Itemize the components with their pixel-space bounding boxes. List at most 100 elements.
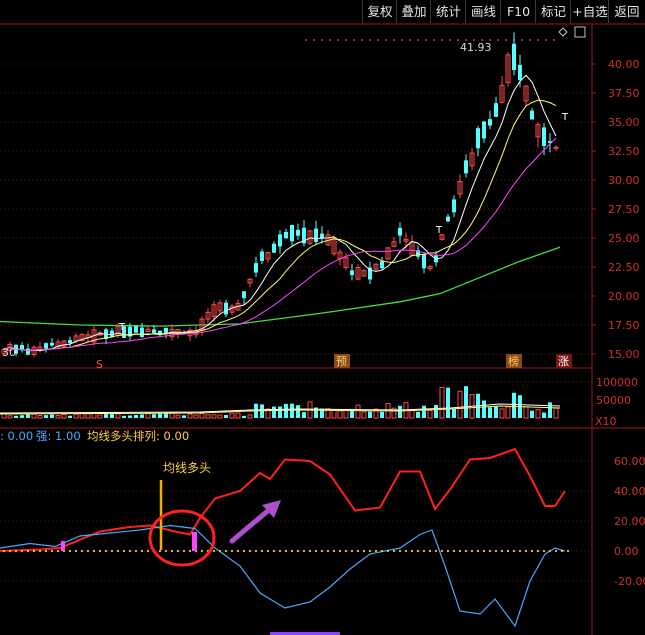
zero-dot: [368, 549, 372, 553]
candle-body: [26, 348, 30, 355]
zero-dot: [284, 549, 288, 553]
indicator-tick-label: 60.00: [614, 455, 645, 468]
zero-dot: [170, 549, 174, 553]
volume-bar: [464, 386, 468, 418]
high-price-label: 41.93: [460, 41, 492, 54]
volume-bar: [439, 386, 445, 419]
volume-bar: [434, 404, 438, 418]
signal-dot: [433, 39, 435, 41]
zero-dot: [230, 549, 234, 553]
zero-dot: [290, 549, 294, 553]
zero-dot: [470, 549, 474, 553]
volume-bar: [530, 410, 534, 418]
candle-body: [446, 216, 450, 222]
panel-toggle-icon[interactable]: [574, 26, 586, 38]
zero-dot: [476, 549, 480, 553]
volume-bar: [31, 413, 37, 419]
candlesticks: [1, 32, 559, 358]
zero-dot: [440, 549, 444, 553]
volume-bar: [505, 406, 511, 419]
zero-dot: [518, 549, 522, 553]
zero-dot: [140, 549, 144, 553]
zero-dot: [446, 549, 450, 553]
zero-dot: [80, 549, 84, 553]
volume-bar: [122, 415, 126, 418]
zero-dot: [536, 549, 540, 553]
candle-body: [44, 343, 48, 349]
zero-dot: [524, 549, 528, 553]
diamond-icon[interactable]: [558, 27, 568, 37]
volume-bar: [224, 414, 228, 418]
zero-dot: [506, 549, 510, 553]
low-price-label: 30: [2, 346, 16, 359]
price-tick-label: 20.00: [608, 290, 640, 303]
zero-dot: [308, 549, 312, 553]
volume-bar: [337, 410, 343, 419]
candle-body: [278, 234, 282, 247]
indicator-tick-label: 20.00: [614, 515, 645, 528]
volume-bar: [211, 414, 217, 419]
signal-dot: [353, 39, 355, 41]
zero-dot: [260, 549, 264, 553]
candle-body: [68, 340, 72, 344]
candle-body: [50, 342, 54, 346]
zero-dot: [356, 549, 360, 553]
volume-bar: [199, 413, 205, 419]
zero-dot: [494, 549, 498, 553]
price-tick-label: 25.00: [608, 232, 640, 245]
signal-dot: [441, 39, 443, 41]
zero-dot: [428, 549, 432, 553]
zero-dot: [212, 549, 216, 553]
stock-chart[interactable]: 40.00 37.50 35.00 32.50 30.00 27.50 25.00 22.50…: [0, 0, 645, 635]
marker-bang: 榜: [508, 354, 519, 368]
signal-dot: [345, 39, 347, 41]
trend-arrow-icon: [229, 500, 281, 544]
zero-dot: [350, 549, 354, 553]
zero-dot: [242, 549, 246, 553]
volume-bar: [152, 414, 156, 418]
volume-bar: [134, 414, 138, 418]
candle-body: [476, 128, 480, 149]
ma60-line: [0, 246, 561, 327]
zero-dot: [44, 549, 48, 553]
zero-dot: [548, 549, 552, 553]
zero-dot: [218, 549, 222, 553]
indicator-blue-line: [0, 524, 566, 628]
marker-zhang: 涨: [558, 355, 569, 368]
candle-body: [224, 302, 228, 315]
price-tick-label: 37.50: [608, 87, 640, 100]
zero-dot: [560, 549, 564, 553]
signal-dot: [377, 39, 379, 41]
zero-dot: [188, 549, 192, 553]
zero-dot: [122, 549, 126, 553]
signal-bar-2: [192, 532, 197, 551]
signal-dot: [417, 39, 419, 41]
axes: 40.00 37.50 35.00 32.50 30.00 27.50 25.00 22.50…: [0, 23, 645, 635]
zero-dot: [278, 549, 282, 553]
zero-dot: [224, 549, 228, 553]
ma60-line: [0, 246, 561, 327]
indicator-strength: 强: 1.00: [36, 429, 81, 443]
zero-dot: [56, 549, 60, 553]
volume-bar: [44, 415, 48, 418]
price-tick-label: 35.00: [608, 116, 640, 129]
volume-bar: [302, 412, 306, 418]
volume-bar: [79, 413, 85, 419]
zero-dot: [248, 549, 252, 553]
candle-body: [542, 127, 546, 146]
candle-body: [272, 243, 276, 253]
signal-bar-1: [61, 541, 65, 551]
volume-bar: [272, 406, 276, 418]
signal-dot: [537, 39, 539, 41]
zero-dot: [266, 549, 270, 553]
volume-bar: [242, 415, 246, 418]
zero-dot: [296, 549, 300, 553]
zero-dot: [26, 549, 30, 553]
volume-tick-label: 100000: [596, 376, 638, 389]
zero-dot: [416, 549, 420, 553]
volume-bar: [380, 411, 384, 418]
signal-dot: [409, 39, 411, 41]
zero-dot: [500, 549, 504, 553]
volume-bar: [553, 407, 559, 419]
zero-dot: [176, 549, 180, 553]
